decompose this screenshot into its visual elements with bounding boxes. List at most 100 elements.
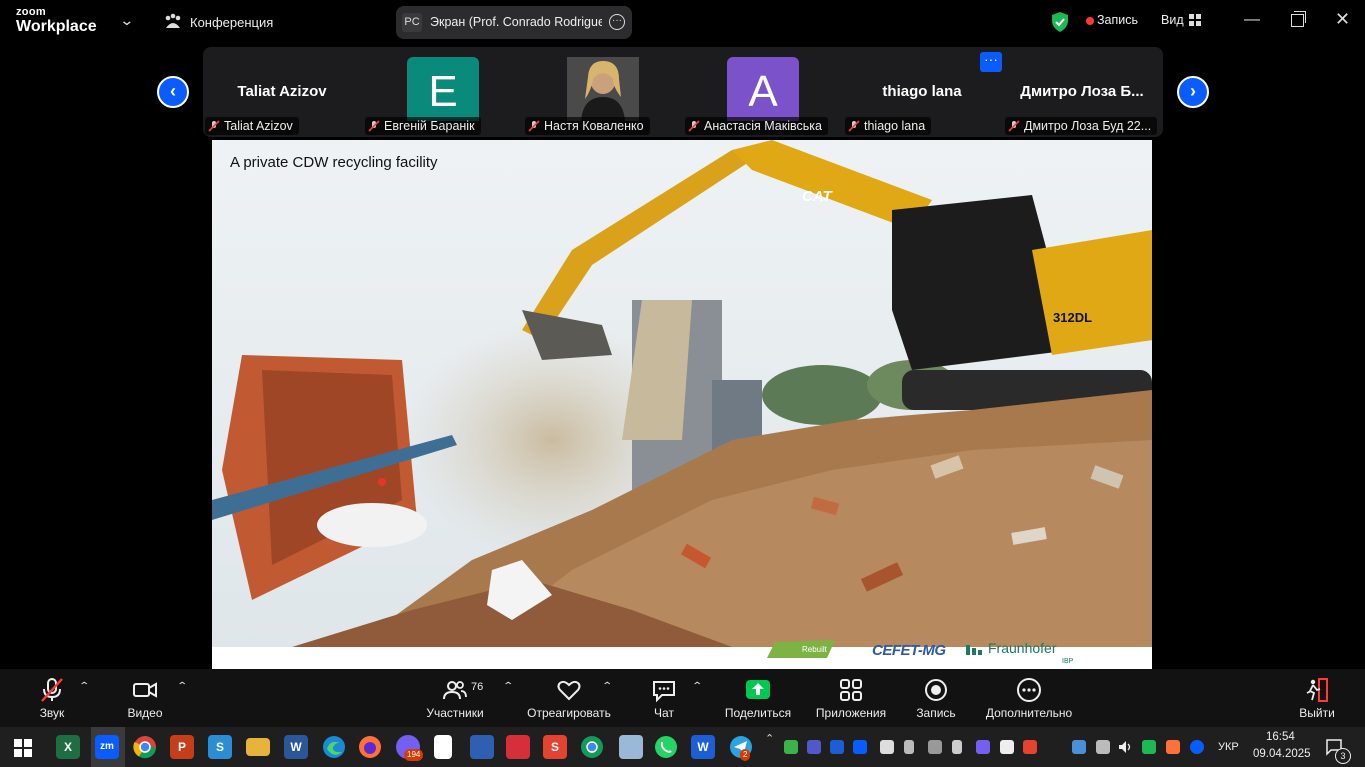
meet-now-tray-icon[interactable] [1096,740,1110,754]
share-screen-icon [746,680,770,699]
display-tray-icon[interactable] [928,740,942,754]
chat-options-caret-icon[interactable]: ⌃ [691,681,703,692]
participant-display-name: Taliat Azizov [237,83,327,100]
next-page-arrow-icon[interactable]: › [1177,76,1209,108]
zoom-tray-icon[interactable] [853,740,867,754]
edge-icon[interactable] [322,735,346,759]
viber-badge: 194 [404,749,424,761]
share-label: Поделиться [724,706,792,720]
participant-tile[interactable]: Taliat Azizov Taliat Azizov [203,47,361,137]
security-tray-icon[interactable] [1142,740,1156,754]
prev-page-arrow-icon[interactable]: ‹ [157,76,189,108]
windows-taskbar: X zm P S W 194 S W 2 ⌃ УКР 16:54 09.04.2… [0,727,1365,767]
s-app-icon[interactable]: S [543,735,567,759]
audio-button[interactable]: Звук [28,669,76,720]
react-options-caret-icon[interactable]: ⌃ [601,681,613,692]
apps-button[interactable]: Приложения [812,669,890,720]
participant-name: thiago lana [864,119,926,133]
participant-name-tag: Анастасія Маківська [685,117,828,135]
battery-tray-icon[interactable] [1000,740,1014,754]
view-button[interactable]: Вид [1161,13,1184,27]
react-label: Отреагировать [527,706,611,720]
powerpoint-icon[interactable]: P [170,735,194,759]
more-button[interactable]: Дополнительно [982,669,1076,720]
participant-name: Настя Коваленко [544,119,644,133]
audio-options-caret-icon[interactable]: ⌃ [78,681,90,692]
file-explorer-icon[interactable] [246,738,270,756]
muted-mic-icon [208,120,220,132]
chat-button[interactable]: Чат [646,669,682,720]
tile-more-options-icon[interactable]: ··· [980,52,1002,72]
heart-icon [557,680,581,701]
participant-tile[interactable]: E Евгеній Баранік [363,47,521,137]
recording-label[interactable]: Запись [1097,13,1138,27]
network-tray-icon[interactable] [1072,740,1086,754]
tray-overflow-chevron-icon[interactable]: ⌃ [765,732,774,745]
video-button[interactable]: Видео [122,669,168,720]
participant-tile[interactable]: Дмитро Лоза Б... Дмитро Лоза Буд 22... [1003,47,1161,137]
usb-tray-icon[interactable] [952,740,962,754]
red-app-icon[interactable] [506,735,530,759]
meeting-title[interactable]: Конференция [190,15,273,30]
screen-share-indicator[interactable]: PC Экран (Prof. Conrado Rodrigues ··· [396,6,632,39]
participant-display-name: Дмитро Лоза Б... [1020,83,1144,100]
video-camera-icon [133,682,157,698]
chrome-icon[interactable] [133,735,157,759]
zoom-icon[interactable]: zm [95,735,119,759]
participant-display-name: thiago lana [882,83,962,100]
webex-tray-icon[interactable] [830,740,844,754]
screenshot-tray-icon[interactable] [880,740,894,754]
participant-name: Анастасія Маківська [704,119,822,133]
clock-date[interactable]: 09.04.2025 [1253,748,1311,760]
chrome-profile-icon[interactable] [580,735,604,759]
photos-icon[interactable] [619,735,643,759]
notepad-icon[interactable] [434,735,452,759]
minimize-icon[interactable]: — [1244,11,1260,29]
volume-icon[interactable] [1118,740,1134,754]
record-button[interactable]: Запись [912,669,960,720]
clock-time[interactable]: 16:54 [1266,731,1295,743]
more-options-icon[interactable]: ··· [609,14,625,30]
microphone-tray-icon[interactable] [904,740,914,754]
participant-tile[interactable]: thiago lana thiago lana [843,47,1001,137]
participants-button[interactable]: Участники [420,669,490,720]
muted-mic-icon [1008,120,1020,132]
webex-icon[interactable]: W [691,735,715,759]
save-disk-icon[interactable] [470,735,494,759]
whatsapp-icon[interactable] [654,735,678,759]
participants-label: Участники [426,706,484,720]
sway-icon[interactable]: S [208,735,232,759]
leave-button[interactable]: Выйти [1296,669,1338,720]
machine-model-label: 312DL [1053,310,1093,325]
chevron-down-icon[interactable]: ⌄ [119,12,134,29]
restore-icon[interactable] [1291,11,1306,27]
muted-mic-icon [368,120,380,132]
viber-tray-icon[interactable] [976,740,990,754]
zoom-status-tray-icon[interactable] [1190,740,1204,754]
share-label: Экран (Prof. Conrado Rodrigues [430,15,602,29]
kaspersky-tray-icon[interactable] [784,740,798,754]
participant-tile[interactable]: Настя Коваленко [523,47,681,137]
firefox-icon[interactable] [358,735,382,759]
participant-tile[interactable]: A Анастасія Маківська [683,47,841,137]
video-options-caret-icon[interactable]: ⌃ [176,681,188,692]
share-button[interactable]: Поделиться [724,669,792,720]
fraunhofer-logo-icon [966,645,982,655]
meeting-info-icon[interactable] [163,12,183,32]
react-button[interactable]: Отреагировать [526,669,612,720]
close-icon[interactable]: ✕ [1335,9,1350,30]
muted-mic-icon [41,678,63,702]
participants-options-caret-icon[interactable]: ⌃ [502,681,514,692]
teams-tray-icon[interactable] [807,740,821,754]
excel-icon[interactable]: X [56,735,80,759]
more-label: Дополнительно [985,706,1073,720]
word-icon[interactable]: W [284,735,308,759]
language-indicator[interactable]: УКР [1218,741,1239,753]
grid-icon[interactable] [1189,14,1201,26]
muted-mic-icon [848,120,860,132]
windows-start-icon[interactable] [14,739,32,757]
shield-check-icon[interactable] [1050,11,1070,33]
participant-photo [567,57,639,121]
s-tray-icon[interactable] [1023,740,1037,754]
speaker-alert-tray-icon[interactable] [1166,740,1180,754]
